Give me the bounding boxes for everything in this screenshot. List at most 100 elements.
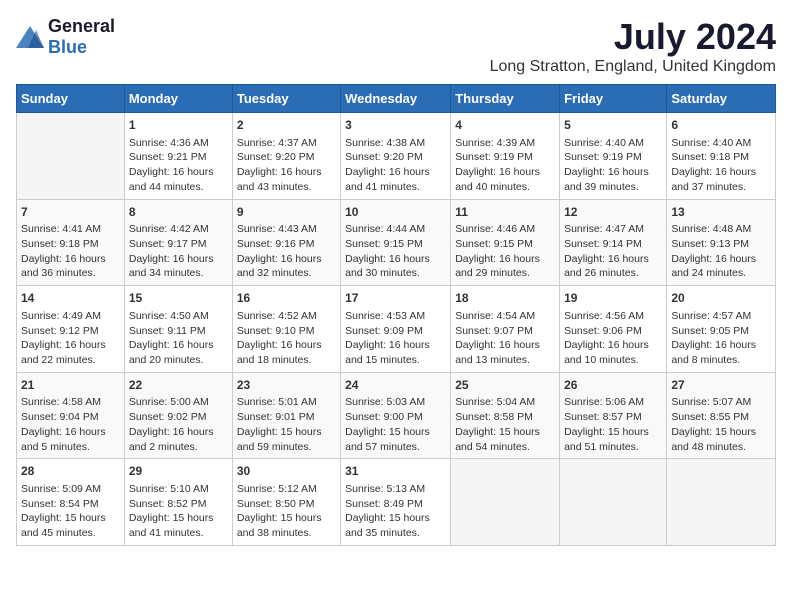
cell-4-5: 25Sunrise: 5:04 AM Sunset: 8:58 PM Dayli… [451,372,560,459]
cell-1-3: 2Sunrise: 4:37 AM Sunset: 9:20 PM Daylig… [232,113,340,200]
day-info: Sunrise: 4:53 AM Sunset: 9:09 PM Dayligh… [345,309,446,368]
header-sunday: Sunday [17,85,125,113]
day-number: 31 [345,463,446,480]
day-number: 4 [455,117,555,134]
cell-4-3: 23Sunrise: 5:01 AM Sunset: 9:01 PM Dayli… [232,372,340,459]
cell-1-5: 4 Sunrise: 4:39 AM Sunset: 9:19 PM Daylig… [451,113,560,200]
cell-2-2: 8Sunrise: 4:42 AM Sunset: 9:17 PM Daylig… [124,199,232,286]
day-number: 17 [345,290,446,307]
day-number: 14 [21,290,120,307]
day-info: Sunrise: 5:04 AM Sunset: 8:58 PM Dayligh… [455,395,555,454]
week-row-1: 1Sunrise: 4:36 AM Sunset: 9:21 PM Daylig… [17,113,776,200]
cell-3-3: 16Sunrise: 4:52 AM Sunset: 9:10 PM Dayli… [232,286,340,373]
logo-text: General Blue [48,16,115,58]
week-row-2: 7Sunrise: 4:41 AM Sunset: 9:18 PM Daylig… [17,199,776,286]
cell-1-2: 1Sunrise: 4:36 AM Sunset: 9:21 PM Daylig… [124,113,232,200]
main-title: July 2024 [490,16,776,58]
cell-5-4: 31Sunrise: 5:13 AM Sunset: 8:49 PM Dayli… [341,459,451,546]
week-row-5: 28Sunrise: 5:09 AM Sunset: 8:54 PM Dayli… [17,459,776,546]
day-info: Sunrise: 5:00 AM Sunset: 9:02 PM Dayligh… [129,395,228,454]
cell-2-6: 12Sunrise: 4:47 AM Sunset: 9:14 PM Dayli… [560,199,667,286]
day-info: Sunrise: 5:07 AM Sunset: 8:55 PM Dayligh… [671,395,771,454]
cell-3-4: 17 Sunrise: 4:53 AM Sunset: 9:09 PM Dayli… [341,286,451,373]
day-info: Sunrise: 4:47 AM Sunset: 9:14 PM Dayligh… [564,222,662,281]
day-info: Sunrise: 4:56 AM Sunset: 9:06 PM Dayligh… [564,309,662,368]
cell-1-4: 3 Sunrise: 4:38 AM Sunset: 9:20 PM Daylig… [341,113,451,200]
day-number: 5 [564,117,662,134]
cell-2-5: 11Sunrise: 4:46 AM Sunset: 9:15 PM Dayli… [451,199,560,286]
cell-4-6: 26Sunrise: 5:06 AM Sunset: 8:57 PM Dayli… [560,372,667,459]
day-number: 24 [345,377,446,394]
week-row-3: 14 Sunrise: 4:49 AM Sunset: 9:12 PM Dayli… [17,286,776,373]
day-number: 11 [455,204,555,221]
day-number: 27 [671,377,771,394]
day-info: Sunrise: 4:57 AM Sunset: 9:05 PM Dayligh… [671,309,771,368]
day-info: Sunrise: 4:43 AM Sunset: 9:16 PM Dayligh… [237,222,336,281]
cell-2-4: 10Sunrise: 4:44 AM Sunset: 9:15 PM Dayli… [341,199,451,286]
cell-3-7: 20 Sunrise: 4:57 AM Sunset: 9:05 PM Dayli… [667,286,776,373]
day-info: Sunrise: 4:41 AM Sunset: 9:18 PM Dayligh… [21,222,120,281]
day-number: 6 [671,117,771,134]
day-number: 29 [129,463,228,480]
header-friday: Friday [560,85,667,113]
cell-5-2: 29 Sunrise: 5:10 AM Sunset: 8:52 PM Dayli… [124,459,232,546]
logo-blue: Blue [48,37,87,57]
day-info: Sunrise: 4:46 AM Sunset: 9:15 PM Dayligh… [455,222,555,281]
cell-4-1: 21Sunrise: 4:58 AM Sunset: 9:04 PM Dayli… [17,372,125,459]
header-thursday: Thursday [451,85,560,113]
day-info: Sunrise: 5:09 AM Sunset: 8:54 PM Dayligh… [21,482,120,541]
day-info: Sunrise: 5:10 AM Sunset: 8:52 PM Dayligh… [129,482,228,541]
cell-5-1: 28Sunrise: 5:09 AM Sunset: 8:54 PM Dayli… [17,459,125,546]
day-number: 22 [129,377,228,394]
day-number: 13 [671,204,771,221]
day-number: 10 [345,204,446,221]
day-info: Sunrise: 4:52 AM Sunset: 9:10 PM Dayligh… [237,309,336,368]
calendar-body: 1Sunrise: 4:36 AM Sunset: 9:21 PM Daylig… [17,113,776,546]
day-number: 19 [564,290,662,307]
cell-2-7: 13Sunrise: 4:48 AM Sunset: 9:13 PM Dayli… [667,199,776,286]
cell-4-4: 24Sunrise: 5:03 AM Sunset: 9:00 PM Dayli… [341,372,451,459]
cell-3-1: 14 Sunrise: 4:49 AM Sunset: 9:12 PM Dayli… [17,286,125,373]
header-monday: Monday [124,85,232,113]
calendar-table: Sunday Monday Tuesday Wednesday Thursday… [16,84,776,546]
day-info: Sunrise: 4:42 AM Sunset: 9:17 PM Dayligh… [129,222,228,281]
day-number: 20 [671,290,771,307]
logo-icon [16,26,44,48]
cell-3-2: 15Sunrise: 4:50 AM Sunset: 9:11 PM Dayli… [124,286,232,373]
day-number: 9 [237,204,336,221]
cell-4-7: 27Sunrise: 5:07 AM Sunset: 8:55 PM Dayli… [667,372,776,459]
week-row-4: 21Sunrise: 4:58 AM Sunset: 9:04 PM Dayli… [17,372,776,459]
day-info: Sunrise: 4:38 AM Sunset: 9:20 PM Dayligh… [345,136,446,195]
day-info: Sunrise: 4:58 AM Sunset: 9:04 PM Dayligh… [21,395,120,454]
day-info: Sunrise: 4:49 AM Sunset: 9:12 PM Dayligh… [21,309,120,368]
header-tuesday: Tuesday [232,85,340,113]
cell-3-6: 19 Sunrise: 4:56 AM Sunset: 9:06 PM Dayli… [560,286,667,373]
logo: General Blue [16,16,115,58]
cell-1-1 [17,113,125,200]
cell-2-3: 9Sunrise: 4:43 AM Sunset: 9:16 PM Daylig… [232,199,340,286]
subtitle: Long Stratton, England, United Kingdom [490,58,776,76]
calendar-header: Sunday Monday Tuesday Wednesday Thursday… [17,85,776,113]
day-info: Sunrise: 4:39 AM Sunset: 9:19 PM Dayligh… [455,136,555,195]
day-number: 12 [564,204,662,221]
day-number: 25 [455,377,555,394]
day-info: Sunrise: 4:48 AM Sunset: 9:13 PM Dayligh… [671,222,771,281]
day-number: 15 [129,290,228,307]
title-area: July 2024 Long Stratton, England, United… [490,16,776,76]
day-info: Sunrise: 5:01 AM Sunset: 9:01 PM Dayligh… [237,395,336,454]
day-number: 26 [564,377,662,394]
day-info: Sunrise: 4:37 AM Sunset: 9:20 PM Dayligh… [237,136,336,195]
cell-5-6 [560,459,667,546]
day-number: 18 [455,290,555,307]
day-info: Sunrise: 4:36 AM Sunset: 9:21 PM Dayligh… [129,136,228,195]
day-info: Sunrise: 5:03 AM Sunset: 9:00 PM Dayligh… [345,395,446,454]
cell-1-7: 6Sunrise: 4:40 AM Sunset: 9:18 PM Daylig… [667,113,776,200]
cell-5-5 [451,459,560,546]
day-info: Sunrise: 5:06 AM Sunset: 8:57 PM Dayligh… [564,395,662,454]
day-number: 3 [345,117,446,134]
cell-5-3: 30Sunrise: 5:12 AM Sunset: 8:50 PM Dayli… [232,459,340,546]
day-info: Sunrise: 5:12 AM Sunset: 8:50 PM Dayligh… [237,482,336,541]
day-number: 23 [237,377,336,394]
cell-5-7 [667,459,776,546]
day-info: Sunrise: 4:54 AM Sunset: 9:07 PM Dayligh… [455,309,555,368]
